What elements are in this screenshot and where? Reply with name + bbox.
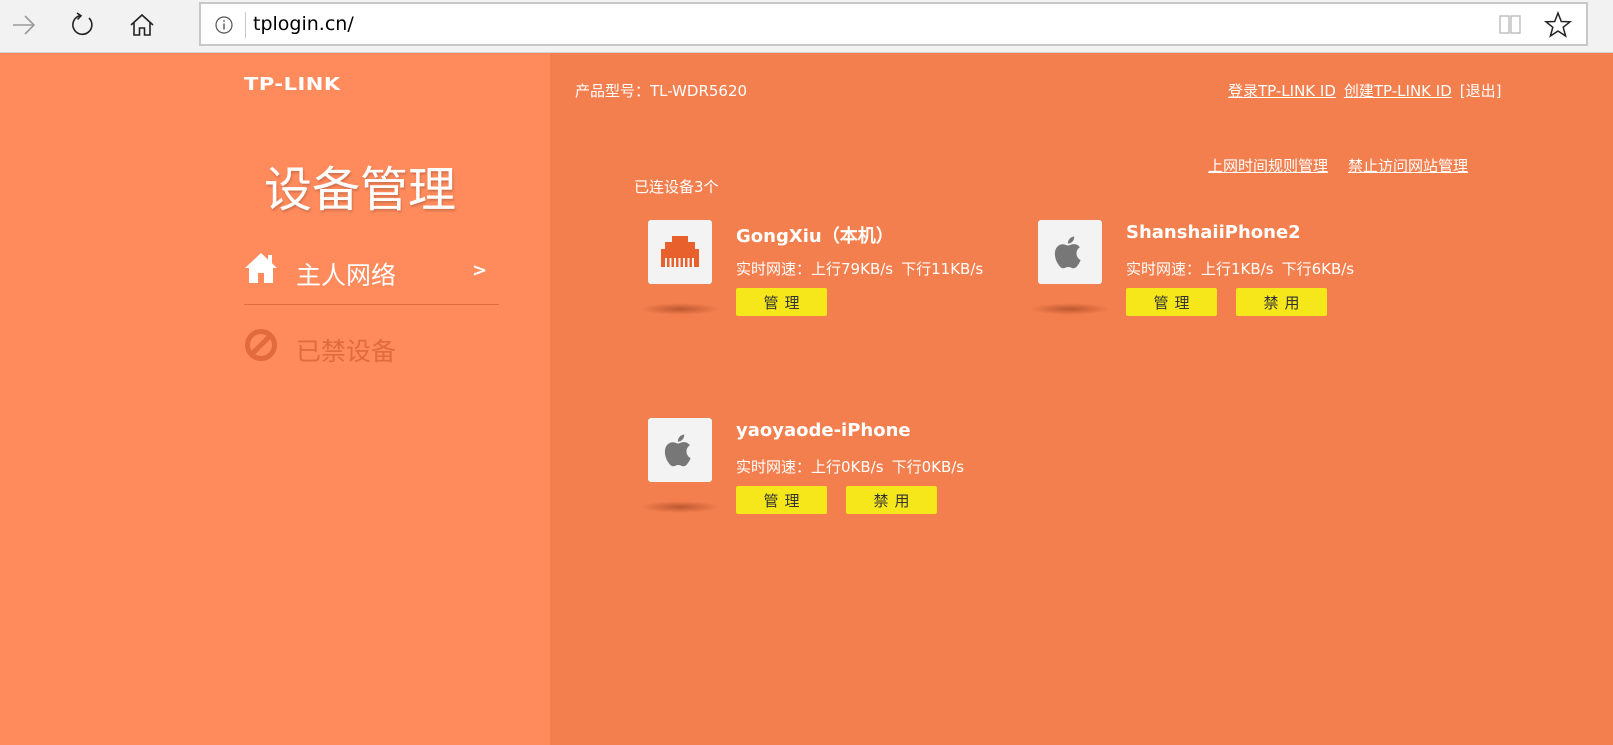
device-card: ShanshaiiPhone2 实时网速：上行1KB/s 下行6KB/s 管理 禁… (1026, 220, 1406, 330)
device-shadow (640, 303, 720, 315)
logout-link[interactable]: [退出] (1460, 82, 1502, 100)
manage-button[interactable]: 管理 (1126, 288, 1217, 316)
apple-icon (1054, 236, 1081, 269)
upload-speed: 上行0KB/s (811, 458, 884, 476)
reading-view-icon[interactable] (1498, 14, 1522, 36)
device-icon-box (1038, 220, 1102, 284)
block-button[interactable]: 禁用 (1236, 288, 1327, 316)
apple-icon (664, 434, 691, 467)
manage-button[interactable]: 管理 (736, 486, 827, 514)
manage-button[interactable]: 管理 (736, 288, 827, 316)
device-card: GongXiu（本机） 实时网速：上行79KB/s 下行11KB/s 管理 (636, 220, 1016, 330)
device-name: yaoyaode-iPhone (736, 420, 911, 441)
forbidden-icon (245, 329, 277, 361)
product-model: 产品型号：TL-WDR5620 (575, 82, 748, 100)
device-shadow (1030, 303, 1110, 315)
download-speed: 下行11KB/s (901, 260, 984, 278)
time-rules-link[interactable]: 上网时间规则管理 (1208, 157, 1328, 175)
device-shadow (640, 501, 720, 513)
device-card: yaoyaode-iPhone 实时网速：上行0KB/s 下行0KB/s 管理 禁… (636, 418, 1016, 528)
speed-label: 实时网速： (1126, 260, 1202, 278)
device-icon-box (648, 220, 712, 284)
refresh-button[interactable] (64, 8, 100, 42)
device-speed: 实时网速：上行0KB/s 下行0KB/s (736, 456, 964, 477)
forward-button[interactable] (6, 8, 42, 42)
rule-links: 上网时间规则管理 禁止访问网站管理 (1208, 155, 1488, 176)
device-name: GongXiu（本机） (736, 226, 894, 247)
upload-speed: 上行1KB/s (1201, 260, 1274, 278)
nav-host-label: 主人网络 (296, 261, 397, 290)
device-name: ShanshaiiPhone2 (1126, 222, 1301, 243)
upload-speed: 上行79KB/s (811, 260, 894, 278)
refresh-icon (72, 12, 93, 36)
account-links: 登录TP-LINK ID 创建TP-LINK ID [退出] (1228, 80, 1509, 101)
download-speed: 下行6KB/s (1281, 260, 1355, 278)
block-button[interactable]: 禁用 (846, 486, 937, 514)
ethernet-icon (661, 236, 699, 267)
info-icon[interactable] (215, 16, 233, 34)
nav-host-network[interactable]: 主人网络 > (244, 252, 499, 305)
speed-label: 实时网速： (736, 260, 812, 278)
browser-toolbar (0, 0, 1613, 53)
download-speed: 下行0KB/s (891, 458, 965, 476)
create-tplink-id-link[interactable]: 创建TP-LINK ID (1344, 82, 1452, 100)
home-button[interactable] (124, 8, 160, 42)
speed-label: 实时网速： (736, 458, 812, 476)
nav-blocked-devices[interactable]: 已禁设备 (244, 328, 499, 388)
nav-blocked-label: 已禁设备 (296, 337, 397, 366)
page-title: 设备管理 (264, 162, 457, 218)
url-input[interactable] (253, 10, 1453, 38)
address-bar[interactable] (199, 2, 1588, 46)
block-sites-link[interactable]: 禁止访问网站管理 (1348, 157, 1468, 175)
connected-count: 已连设备3个 (634, 178, 719, 196)
arrow-right-icon (13, 15, 36, 35)
star-icon[interactable] (1544, 11, 1572, 39)
address-separator (245, 12, 246, 38)
device-speed: 实时网速：上行1KB/s 下行6KB/s (1126, 258, 1354, 279)
device-speed: 实时网速：上行79KB/s 下行11KB/s (736, 258, 983, 279)
device-icon-box (648, 418, 712, 482)
login-tplink-id-link[interactable]: 登录TP-LINK ID (1228, 82, 1336, 100)
chevron-right-icon: > (472, 260, 488, 281)
home-icon (245, 253, 277, 283)
tp-link-logo: TP-LINK (244, 74, 341, 95)
home-icon (130, 13, 154, 36)
